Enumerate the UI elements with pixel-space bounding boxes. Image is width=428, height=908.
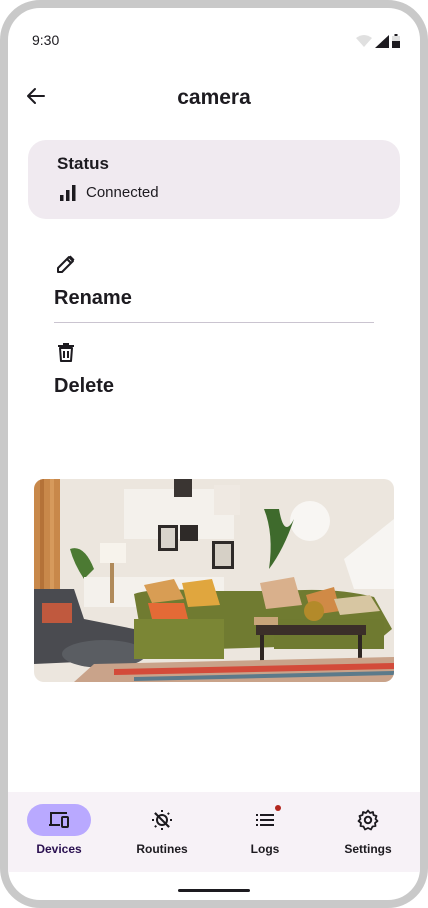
routines-icon: [152, 810, 172, 830]
connection-status-text: Connected: [86, 184, 159, 201]
living-room-scene: [34, 479, 394, 682]
app-bar: camera: [8, 68, 420, 124]
delete-label: Delete: [54, 375, 115, 397]
page-title: camera: [177, 86, 251, 109]
nav-label-logs: Logs: [250, 842, 280, 856]
rename-button[interactable]: Rename: [54, 252, 374, 310]
logs-icon: [256, 814, 274, 826]
nav-item-logs[interactable]: Logs: [215, 792, 315, 872]
nav-item-settings[interactable]: Settings: [318, 792, 418, 872]
cellular-signal-icon: [375, 35, 389, 48]
camera-feed-image: [34, 479, 394, 682]
gear-icon: [357, 809, 379, 831]
pencil-icon: [57, 255, 75, 273]
nav-label-routines: Routines: [136, 842, 188, 856]
status-title: Status: [57, 154, 109, 173]
clock-time: 9:30: [32, 32, 60, 48]
connection-status: Connected: [60, 184, 159, 201]
status-card: Status Connected: [28, 140, 400, 219]
devices-icon: [49, 812, 69, 828]
wifi-icon: [356, 35, 372, 47]
nav-item-devices[interactable]: Devices: [9, 792, 109, 872]
nav-label-settings: Settings: [344, 842, 392, 856]
nav-pill-settings: [336, 804, 400, 836]
battery-icon: [392, 34, 400, 48]
nav-pill-routines: [130, 804, 194, 836]
trash-icon: [58, 343, 74, 362]
home-gesture-bar[interactable]: [178, 889, 250, 892]
nav-item-routines[interactable]: Routines: [112, 792, 212, 872]
signal-bars-icon: [60, 184, 76, 201]
action-divider: [54, 322, 374, 323]
delete-button[interactable]: Delete: [54, 340, 374, 398]
phone-frame: 9:30 camera Status Connected Rename Dele…: [0, 0, 428, 908]
nav-active-indicator: [27, 804, 91, 836]
logs-badge: [275, 805, 281, 811]
system-icons: [356, 34, 400, 48]
bottom-navigation: Devices Routines Logs Settings: [8, 792, 420, 872]
nav-label-devices: Devices: [36, 842, 82, 856]
rename-label: Rename: [54, 287, 132, 309]
nav-pill-logs: [233, 804, 297, 836]
